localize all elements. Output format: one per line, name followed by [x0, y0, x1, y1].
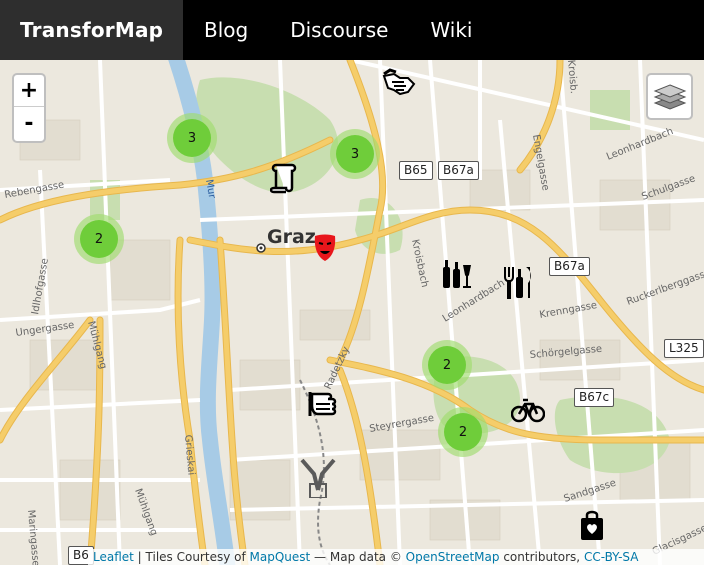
cluster-count: 3: [173, 119, 211, 157]
hand-icon[interactable]: [308, 388, 338, 424]
mapquest-link[interactable]: MapQuest: [250, 550, 311, 564]
road-shield: B67c: [574, 388, 615, 407]
nav-link-blog[interactable]: Blog: [183, 0, 269, 60]
city-label: Graz: [267, 226, 316, 248]
cluster-count: 2: [428, 346, 466, 384]
brand-link[interactable]: TransforMap: [0, 0, 183, 60]
scroll-icon[interactable]: [269, 162, 300, 198]
marker-cluster[interactable]: 3: [167, 113, 217, 163]
layers-button[interactable]: [646, 73, 693, 120]
bottles-icon[interactable]: [441, 259, 473, 293]
handshake-icon[interactable]: [382, 68, 416, 102]
attribution-text: | Tiles Courtesy of: [133, 550, 250, 564]
bicycle-icon[interactable]: [510, 397, 546, 427]
marker-cluster[interactable]: 3: [330, 129, 380, 179]
marker-cluster[interactable]: 2: [74, 214, 124, 264]
map-canvas[interactable]: Graz Mur Rebengasse Idlhofgasse Ungergas…: [0, 60, 704, 565]
road-shield: B65: [399, 161, 433, 180]
marker-cluster[interactable]: 2: [438, 407, 488, 457]
road-shield: B67a: [438, 161, 479, 180]
navbar: TransforMap Blog Discourse Wiki: [0, 0, 704, 60]
osm-link[interactable]: OpenStreetMap: [406, 550, 500, 564]
cutlery-bottle-icon[interactable]: [502, 265, 534, 303]
cluster-count: 2: [80, 220, 118, 258]
marker-cluster[interactable]: 2: [422, 340, 472, 390]
map-attribution: Leaflet | Tiles Courtesy of MapQuest — M…: [88, 549, 704, 565]
road-shield: B67a: [549, 257, 590, 276]
attribution-text: — Map data ©: [310, 550, 406, 564]
nav-link-discourse[interactable]: Discourse: [269, 0, 409, 60]
zoom-in-button[interactable]: +: [14, 75, 44, 107]
hands-icon[interactable]: [298, 454, 338, 502]
theater-mask-icon[interactable]: [313, 233, 337, 267]
page: TransforMap Blog Discourse Wiki Graz Mur…: [0, 0, 704, 565]
nav-link-wiki[interactable]: Wiki: [409, 0, 493, 60]
shopping-bag-icon[interactable]: [579, 509, 605, 545]
cluster-count: 2: [444, 413, 482, 451]
attribution-text: contributors,: [499, 550, 584, 564]
cluster-count: 3: [336, 135, 374, 173]
layers-icon: [653, 83, 686, 110]
license-link[interactable]: CC-BY-SA: [584, 550, 639, 564]
zoom-out-button[interactable]: -: [14, 107, 44, 139]
zoom-control: + -: [12, 73, 46, 143]
road-shield: L325: [664, 339, 704, 358]
leaflet-link[interactable]: Leaflet: [93, 550, 134, 564]
